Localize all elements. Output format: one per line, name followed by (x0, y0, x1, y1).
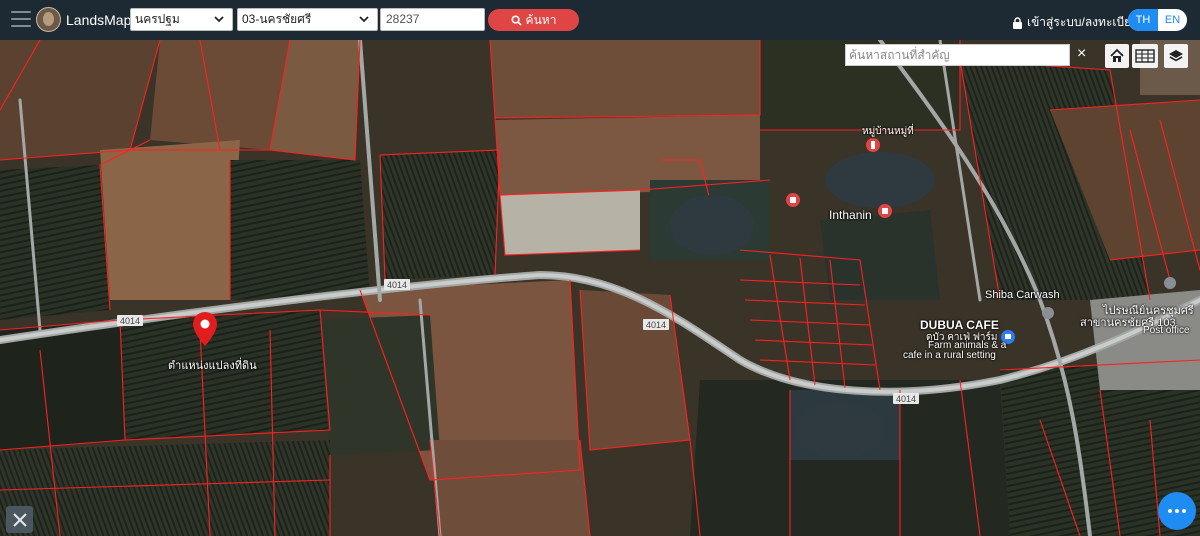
restaurant-pin-icon (878, 204, 892, 218)
layers-button[interactable] (1164, 44, 1188, 68)
place-label-market: หมู่บ้านหมู่ที่ (862, 126, 914, 137)
app-name: LandsMaps (66, 11, 139, 28)
province-value: นครปฐม (135, 12, 180, 26)
restaurant-pin-icon (786, 193, 800, 207)
deed-number-input[interactable]: 28237 (380, 8, 485, 31)
home-button[interactable] (1105, 44, 1129, 68)
search-icon (511, 14, 522, 26)
place-label-inthanin[interactable]: Inthanin (829, 208, 872, 222)
restaurant-pin-icon (866, 138, 880, 152)
post-pin-icon (1164, 277, 1176, 289)
home-icon (1110, 48, 1124, 62)
map-canvas[interactable]: 4014 4014 4014 4014 (0, 40, 1200, 536)
more-options-button[interactable] (1158, 492, 1196, 530)
lock-icon (1013, 16, 1022, 29)
login-link[interactable]: เข้าสู่ระบบ/ลงทะเบียน (1012, 13, 1139, 32)
road-label: 4014 (120, 316, 140, 326)
search-button[interactable]: ค้นหา (488, 9, 579, 31)
search-button-label: ค้นหา (525, 12, 557, 27)
tools-icon (12, 512, 27, 527)
close-search-button[interactable]: × (1077, 45, 1086, 63)
brand[interactable]: LandsMaps (36, 7, 138, 32)
grid-icon (1135, 49, 1155, 63)
chevron-down-icon (214, 16, 224, 23)
place-pin-icon (1042, 307, 1054, 319)
place-search-input[interactable]: ค้นหาสถานที่สำคัญ (845, 44, 1070, 66)
parcel-marker-label: ตำแหน่งแปลงที่ดิน (168, 360, 257, 372)
hamburger-menu-icon[interactable] (11, 11, 31, 29)
district-value: 03-นครชัยศรี (242, 12, 312, 26)
login-label: เข้าสู่ระบบ/ลงทะเบียน (1027, 15, 1140, 29)
grid-button[interactable] (1132, 44, 1158, 68)
road-label: 4014 (646, 320, 666, 330)
place-label-shiba[interactable]: Shiba Carwash (985, 289, 1060, 301)
measure-tools-button[interactable] (6, 506, 33, 533)
road-label: 4014 (387, 280, 407, 290)
district-select[interactable]: 03-นครชัยศรี (237, 8, 378, 31)
chevron-down-icon (359, 16, 369, 23)
lang-th-button[interactable]: TH (1128, 9, 1158, 31)
place-desc-line2: cafe in a rural setting (903, 350, 996, 361)
province-select[interactable]: นครปฐม (130, 8, 233, 31)
logo-icon (36, 7, 61, 32)
lang-en-button[interactable]: EN (1158, 9, 1187, 31)
language-toggle: TH EN (1128, 9, 1187, 31)
place-label-post-office: Post office (1143, 325, 1190, 336)
layers-icon (1169, 50, 1183, 62)
dot-icon (1168, 509, 1172, 513)
top-navbar: LandsMaps นครปฐม 03-นครชัยศรี 28237 ค้นห… (0, 0, 1200, 40)
dot-icon (1175, 509, 1179, 513)
road-label: 4014 (896, 394, 916, 404)
dot-icon (1182, 509, 1186, 513)
